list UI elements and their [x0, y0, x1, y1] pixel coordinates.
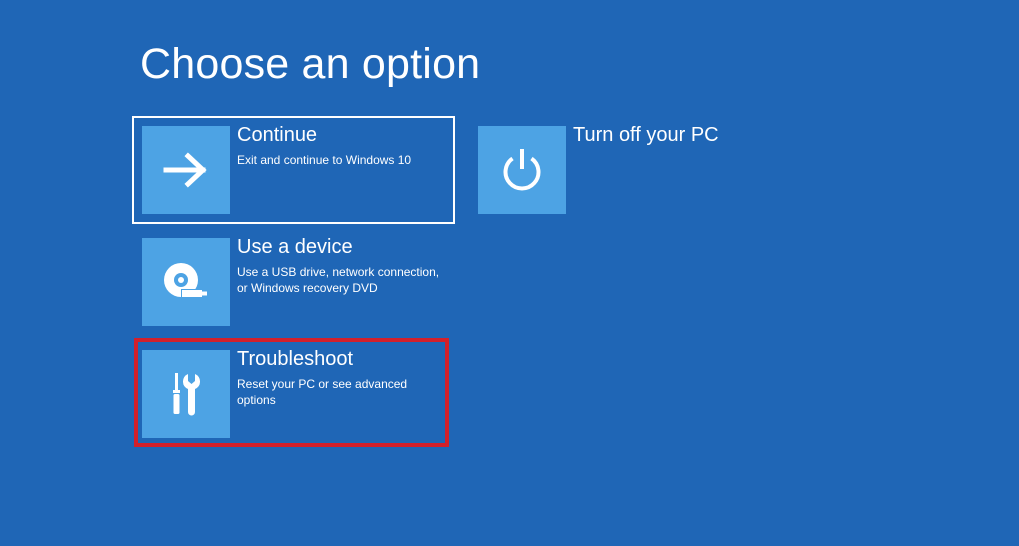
- troubleshoot-title: Troubleshoot: [237, 348, 353, 370]
- use-device-option[interactable]: Use a device Use a USB drive, network co…: [133, 229, 456, 335]
- troubleshoot-tile: [142, 350, 230, 438]
- continue-tile: [142, 126, 230, 214]
- turn-off-title: Turn off your PC: [573, 124, 719, 146]
- disc-usb-icon: [161, 260, 211, 304]
- arrow-right-icon: [163, 152, 209, 188]
- power-icon: [500, 147, 544, 193]
- troubleshoot-description: Reset your PC or see advanced options: [237, 377, 408, 407]
- continue-title: Continue: [237, 124, 318, 146]
- turn-off-tile: [478, 126, 566, 214]
- use-device-title: Use a device: [237, 236, 353, 258]
- tools-icon: [166, 370, 206, 418]
- troubleshoot-option[interactable]: Troubleshoot Reset your PC or see advanc…: [133, 341, 456, 447]
- page-title: Choose an option: [140, 40, 481, 88]
- use-device-description: Use a USB drive, network connection, or …: [237, 265, 440, 295]
- continue-option[interactable]: Continue Exit and continue to Windows 10: [132, 116, 455, 224]
- turn-off-option[interactable]: Turn off your PC: [469, 117, 769, 223]
- use-device-tile: [142, 238, 230, 326]
- recovery-screen: Choose an option Continue Exit and conti…: [0, 0, 1019, 546]
- continue-description: Exit and continue to Windows 10: [237, 153, 412, 167]
